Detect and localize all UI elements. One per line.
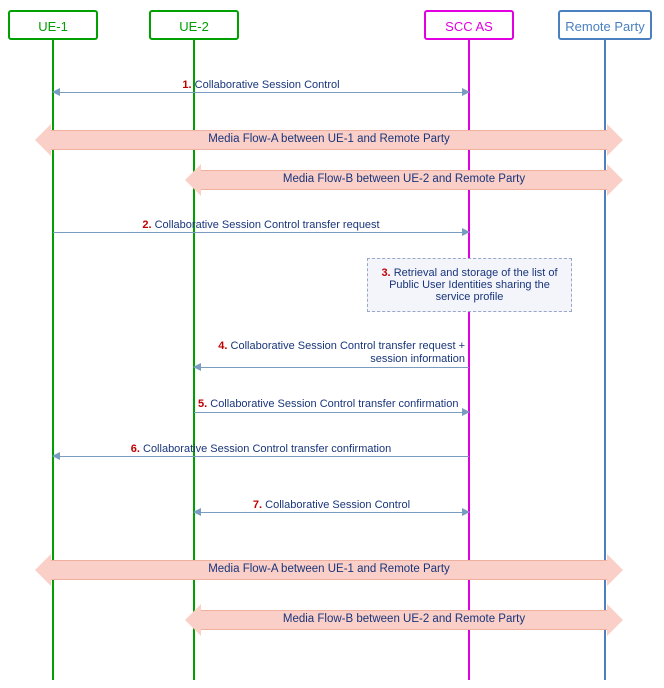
media-flow-b-bottom: Media Flow-B between UE-2 and Remote Par… bbox=[200, 610, 608, 630]
media-flow-a-top: Media Flow-A between UE-1 and Remote Par… bbox=[50, 130, 608, 150]
media-flow-a-bottom: Media Flow-A between UE-1 and Remote Par… bbox=[50, 560, 608, 580]
media-flow-b-top: Media Flow-B between UE-2 and Remote Par… bbox=[200, 170, 608, 190]
arrow-left-icon bbox=[193, 363, 201, 371]
media-arrow-right-icon bbox=[607, 604, 623, 636]
media-arrow-right-icon bbox=[607, 554, 623, 586]
media-arrow-left-icon bbox=[35, 124, 51, 156]
media-arrow-right-icon bbox=[607, 164, 623, 196]
actor-ue2: UE-2 bbox=[149, 10, 239, 40]
arrow-right-icon bbox=[462, 408, 470, 416]
media-arrow-left-icon bbox=[185, 164, 201, 196]
msg-6: 6. Collaborative Session Control transfe… bbox=[53, 456, 469, 457]
msg-5: 5. Collaborative Session Control transfe… bbox=[194, 412, 469, 413]
actor-ue1: UE-1 bbox=[8, 10, 98, 40]
msg-1: 1. Collaborative Session Control bbox=[53, 92, 469, 93]
arrow-left-icon bbox=[52, 452, 60, 460]
sequence-diagram: UE-1 UE-2 SCC AS Remote Party 1. Collabo… bbox=[0, 0, 664, 688]
arrow-right-icon bbox=[462, 228, 470, 236]
note-3: 3. Retrieval and storage of the list of … bbox=[367, 258, 572, 312]
arrow-right-icon bbox=[462, 508, 470, 516]
actor-scc-as: SCC AS bbox=[424, 10, 514, 40]
msg-7: 7. Collaborative Session Control bbox=[194, 512, 469, 513]
arrow-left-icon bbox=[193, 508, 201, 516]
msg-4: 4. Collaborative Session Control transfe… bbox=[194, 367, 469, 368]
actor-remote-party: Remote Party bbox=[558, 10, 652, 40]
arrow-right-icon bbox=[462, 88, 470, 96]
arrow-left-icon bbox=[52, 88, 60, 96]
media-arrow-left-icon bbox=[185, 604, 201, 636]
media-arrow-right-icon bbox=[607, 124, 623, 156]
media-arrow-left-icon bbox=[35, 554, 51, 586]
msg-2: 2. Collaborative Session Control transfe… bbox=[53, 232, 469, 233]
